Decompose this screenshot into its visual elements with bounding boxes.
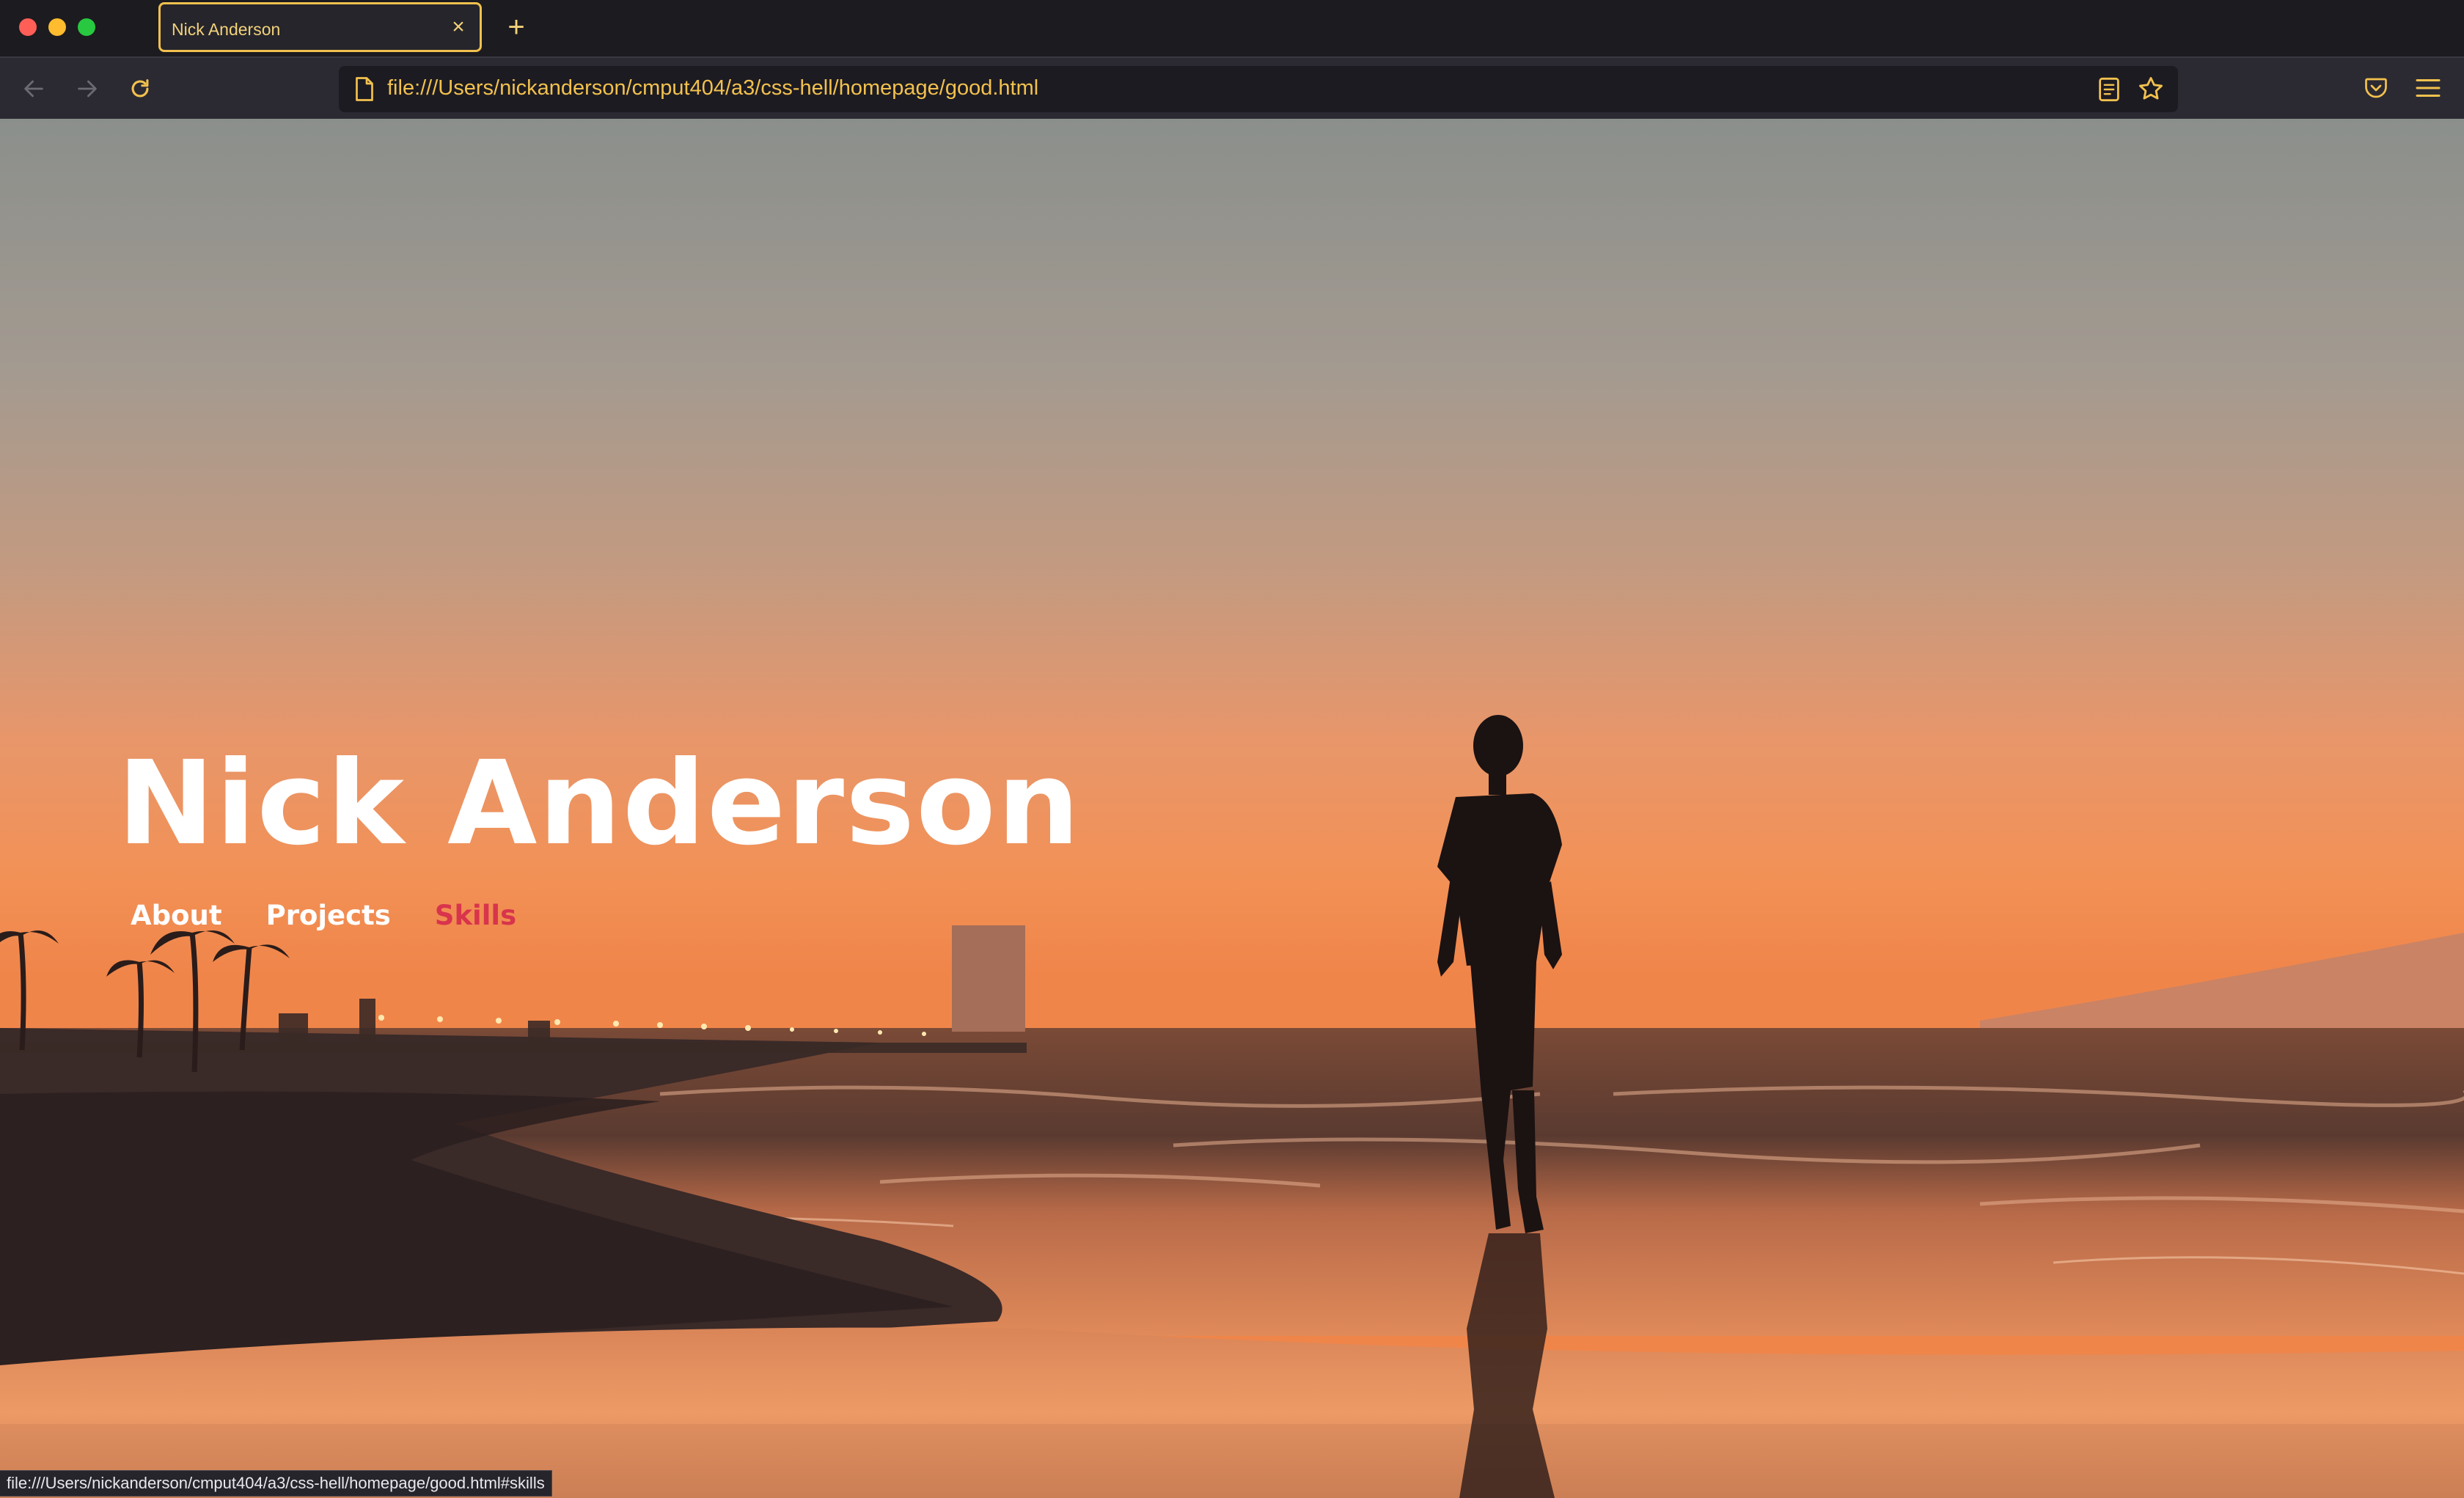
back-arrow-icon[interactable] (18, 73, 50, 105)
tab-title: Nick Anderson (172, 20, 281, 39)
page-viewport: Nick Anderson About Projects Skills (0, 119, 2464, 1498)
pocket-icon[interactable] (2363, 75, 2389, 101)
forward-arrow-icon[interactable] (71, 73, 103, 105)
hero-nav: About Projects Skills (131, 900, 560, 931)
reload-icon[interactable] (124, 73, 156, 105)
tab-close-icon[interactable]: × (447, 16, 469, 38)
minimize-window-button[interactable] (48, 18, 66, 36)
link-status-bar: file:///Users/nickanderson/cmput404/a3/c… (0, 1470, 552, 1497)
new-tab-icon[interactable]: + (502, 12, 531, 42)
nav-link-projects[interactable]: Projects (266, 900, 391, 931)
page-icon (356, 77, 373, 101)
url-text[interactable]: file:///Users/nickanderson/cmput404/a3/c… (387, 76, 1038, 100)
reader-view-icon[interactable] (2097, 77, 2121, 102)
window-titlebar: Nick Anderson × + (0, 0, 2464, 56)
address-bar[interactable]: file:///Users/nickanderson/cmput404/a3/c… (339, 66, 2178, 112)
hamburger-menu-icon[interactable] (2415, 76, 2441, 100)
nav-link-about[interactable]: About (131, 900, 222, 931)
zoom-window-button[interactable] (78, 18, 95, 36)
close-window-button[interactable] (19, 18, 37, 36)
browser-toolbar: file:///Users/nickanderson/cmput404/a3/c… (0, 56, 2464, 119)
browser-tab[interactable]: Nick Anderson × (158, 2, 482, 52)
hero-name-heading: Nick Anderson (117, 736, 1082, 871)
bookmark-star-icon[interactable] (2137, 75, 2165, 103)
nav-link-skills[interactable]: Skills (435, 900, 516, 931)
